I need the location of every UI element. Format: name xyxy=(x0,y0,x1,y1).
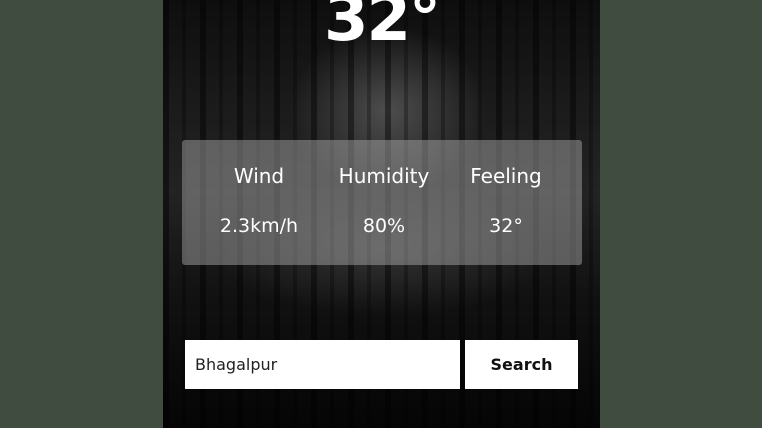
city-search-input[interactable] xyxy=(185,340,460,389)
humidity-label: Humidity xyxy=(338,164,430,188)
humidity-value: 80% xyxy=(362,215,406,237)
wind-value: 2.3km/h xyxy=(219,215,299,237)
wind-label: Wind xyxy=(233,164,285,188)
weather-app: 32° Wind Humidity Feeling 2.3km/h 80% 32… xyxy=(163,0,600,428)
feeling-value: 32° xyxy=(489,215,523,237)
search-button[interactable]: Search xyxy=(465,340,578,389)
temperature-display: 32° xyxy=(323,0,441,56)
feeling-label: Feeling xyxy=(470,164,542,188)
weather-stats-panel: Wind Humidity Feeling 2.3km/h 80% 32° xyxy=(182,140,582,265)
